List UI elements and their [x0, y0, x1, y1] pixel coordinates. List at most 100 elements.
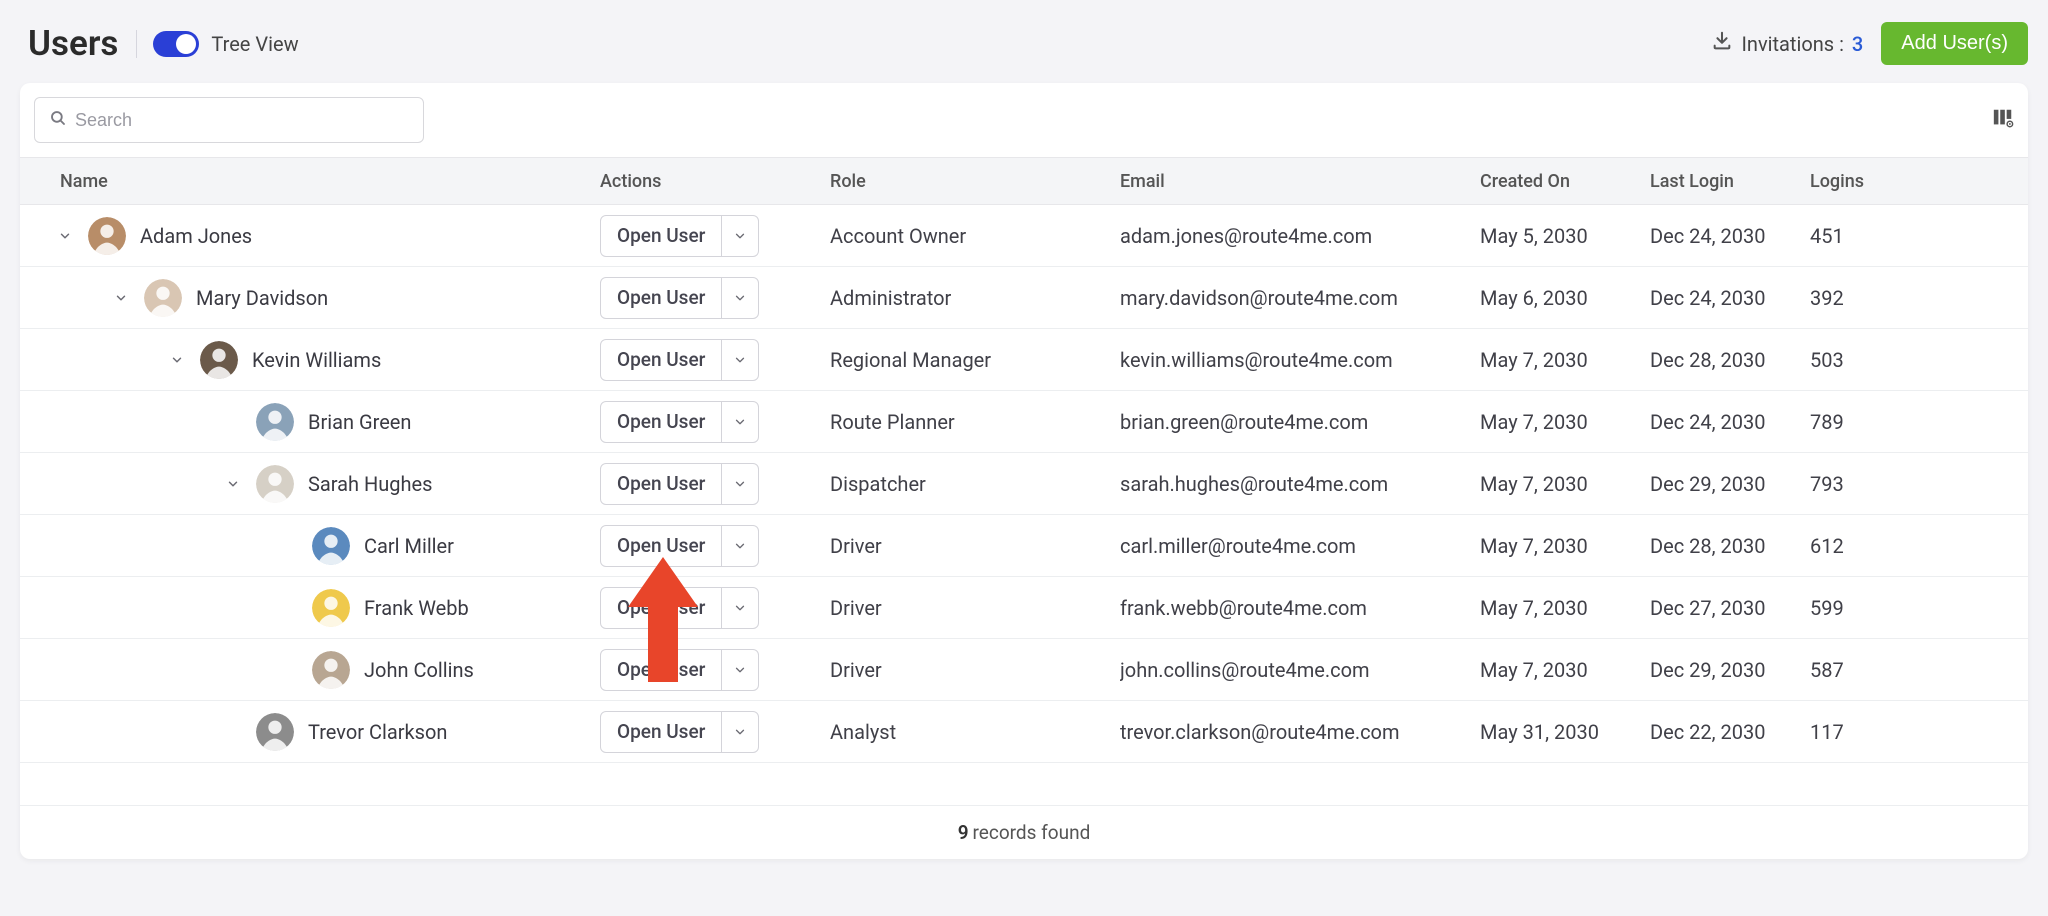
cell-last-login: Dec 29, 2030 — [1650, 472, 1810, 496]
chevron-down-icon — [733, 720, 747, 744]
search-input[interactable] — [75, 110, 409, 131]
chevron-down-icon — [733, 658, 747, 682]
open-user-button[interactable]: Open User — [601, 340, 722, 380]
user-name: Brian Green — [308, 410, 411, 434]
records-text: records found — [973, 821, 1091, 844]
open-user-button[interactable]: Open User — [601, 650, 722, 690]
cell-created: May 7, 2030 — [1480, 658, 1650, 682]
users-panel: Name Actions Role Email Created On Last … — [20, 83, 2028, 859]
search-box[interactable] — [34, 97, 424, 143]
toolbar — [20, 83, 2028, 157]
user-name: Adam Jones — [140, 224, 252, 248]
cell-created: May 7, 2030 — [1480, 410, 1650, 434]
open-user-button[interactable]: Open User — [601, 278, 722, 318]
tree-view-toggle[interactable] — [153, 31, 199, 57]
row-actions-dropdown[interactable] — [722, 216, 758, 256]
open-user-button[interactable]: Open User — [601, 526, 722, 566]
avatar — [88, 217, 126, 255]
table-row[interactable]: John CollinsOpen UserDriverjohn.collins@… — [20, 639, 2028, 701]
cell-last-login: Dec 29, 2030 — [1650, 658, 1810, 682]
open-user-button[interactable]: Open User — [601, 402, 722, 442]
row-actions-dropdown[interactable] — [722, 464, 758, 504]
row-actions-dropdown[interactable] — [722, 712, 758, 752]
avatar — [200, 341, 238, 379]
download-icon — [1711, 30, 1733, 57]
tree-view-label: Tree View — [211, 32, 298, 56]
row-actions-dropdown[interactable] — [722, 526, 758, 566]
open-user-button[interactable]: Open User — [601, 464, 722, 504]
table-footer: 9 records found — [20, 805, 2028, 859]
cell-role: Analyst — [830, 720, 1120, 744]
table-header: Name Actions Role Email Created On Last … — [20, 157, 2028, 205]
chevron-down-icon — [733, 534, 747, 558]
columns-settings-button[interactable] — [1992, 107, 2014, 134]
cell-logins: 789 — [1810, 410, 1930, 434]
expand-chevron-icon[interactable] — [112, 291, 130, 305]
avatar — [256, 713, 294, 751]
cell-last-login: Dec 27, 2030 — [1650, 596, 1810, 620]
row-actions-dropdown[interactable] — [722, 402, 758, 442]
divider — [136, 30, 137, 58]
table-row[interactable]: Brian GreenOpen UserRoute Plannerbrian.g… — [20, 391, 2028, 453]
cell-logins: 587 — [1810, 658, 1930, 682]
open-user-button[interactable]: Open User — [601, 712, 722, 752]
cell-role: Driver — [830, 534, 1120, 558]
cell-email: sarah.hughes@route4me.com — [1120, 472, 1480, 496]
cell-last-login: Dec 24, 2030 — [1650, 224, 1810, 248]
expand-chevron-icon[interactable] — [224, 477, 242, 491]
cell-role: Dispatcher — [830, 472, 1120, 496]
cell-logins: 612 — [1810, 534, 1930, 558]
col-header-actions[interactable]: Actions — [600, 171, 830, 192]
cell-logins: 392 — [1810, 286, 1930, 310]
row-actions-dropdown[interactable] — [722, 650, 758, 690]
table-row[interactable]: Trevor ClarksonOpen UserAnalysttrevor.cl… — [20, 701, 2028, 763]
avatar — [312, 651, 350, 689]
cell-created: May 7, 2030 — [1480, 596, 1650, 620]
cell-email: carl.miller@route4me.com — [1120, 534, 1480, 558]
row-actions-dropdown[interactable] — [722, 278, 758, 318]
cell-created: May 31, 2030 — [1480, 720, 1650, 744]
cell-role: Administrator — [830, 286, 1120, 310]
table-row[interactable]: Mary DavidsonOpen UserAdministratormary.… — [20, 267, 2028, 329]
col-header-logins[interactable]: Logins — [1810, 171, 1930, 192]
search-icon — [49, 109, 67, 132]
table-row[interactable]: Sarah Hughes Open User Dispatchersarah.hug… — [20, 453, 2028, 515]
cell-logins: 793 — [1810, 472, 1930, 496]
col-header-created[interactable]: Created On — [1480, 171, 1650, 192]
avatar — [312, 589, 350, 627]
avatar — [144, 279, 182, 317]
user-name: Sarah Hughes — [308, 472, 432, 496]
expand-chevron-icon[interactable] — [56, 229, 74, 243]
cell-email: john.collins@route4me.com — [1120, 658, 1480, 682]
col-header-login[interactable]: Last Login — [1650, 171, 1810, 192]
open-user-button[interactable]: Open User — [601, 588, 722, 628]
row-actions-dropdown[interactable] — [722, 340, 758, 380]
page-title: Users — [28, 23, 118, 64]
table-row[interactable]: Carl MillerOpen UserDrivercarl.miller@ro… — [20, 515, 2028, 577]
table-row[interactable]: Adam JonesOpen UserAccount Owneradam.jon… — [20, 205, 2028, 267]
avatar — [256, 403, 294, 441]
open-user-button[interactable]: Open User — [601, 216, 722, 256]
table-row[interactable]: Frank WebbOpen UserDriverfrank.webb@rout… — [20, 577, 2028, 639]
cell-created: May 7, 2030 — [1480, 348, 1650, 372]
cell-email: adam.jones@route4me.com — [1120, 224, 1480, 248]
cell-logins: 599 — [1810, 596, 1930, 620]
chevron-down-icon — [733, 224, 747, 248]
table-row[interactable]: Kevin WilliamsOpen UserRegional Managerk… — [20, 329, 2028, 391]
cell-email: brian.green@route4me.com — [1120, 410, 1480, 434]
chevron-down-icon — [733, 472, 747, 496]
row-actions-dropdown[interactable] — [722, 588, 758, 628]
cell-last-login: Dec 28, 2030 — [1650, 534, 1810, 558]
cell-role: Regional Manager — [830, 348, 1120, 372]
expand-chevron-icon[interactable] — [168, 353, 186, 367]
add-user-button[interactable]: Add User(s) — [1881, 22, 2028, 65]
col-header-name[interactable]: Name — [20, 171, 600, 192]
page-header: Users Tree View Invitations : 3 Add User… — [20, 12, 2028, 83]
col-header-role[interactable]: Role — [830, 171, 1120, 192]
cell-email: mary.davidson@route4me.com — [1120, 286, 1480, 310]
avatar — [312, 527, 350, 565]
col-header-email[interactable]: Email — [1120, 171, 1480, 192]
cell-logins: 503 — [1810, 348, 1930, 372]
cell-email: frank.webb@route4me.com — [1120, 596, 1480, 620]
invitations-link[interactable]: Invitations : 3 — [1711, 30, 1863, 57]
